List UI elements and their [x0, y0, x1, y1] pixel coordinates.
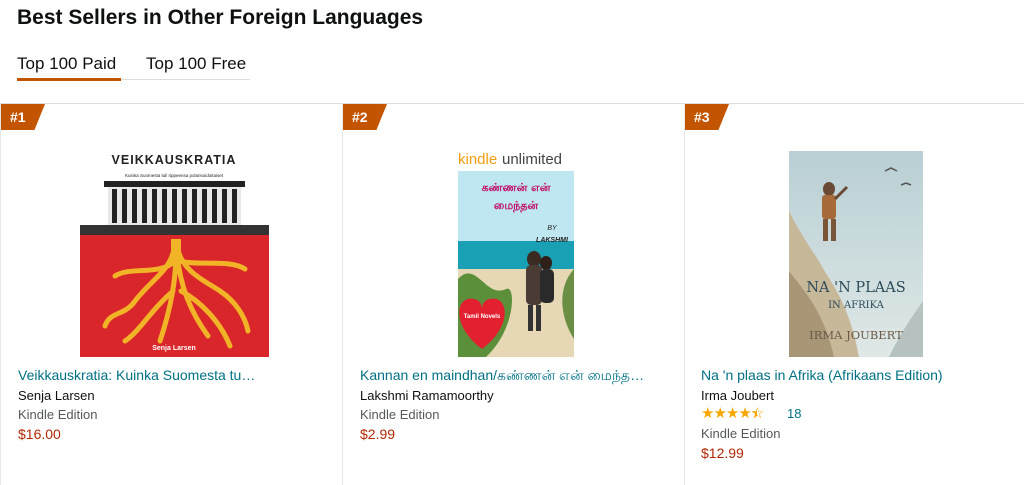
product-card-3: #3 NA 'N PLAAS IN AFRIKA IRMA JOUBERT Na… [684, 104, 1024, 485]
cover-heart-label: Tamil Novels [464, 314, 501, 320]
rank-badge: #1 [1, 104, 45, 130]
cover-title-line2: மைந்தன் [494, 199, 538, 213]
cover-title-line1: NA 'N PLAAS [806, 280, 905, 296]
cover-author: IRMA JOUBERT [809, 328, 903, 342]
rank-badge: #2 [343, 104, 387, 130]
tab-top-100-free[interactable]: Top 100 Free [146, 54, 246, 74]
product-format: Kindle Edition [360, 407, 440, 422]
product-card-2: #2 kindle unlimited கண்ணன் என் மைந்தன் B… [342, 104, 684, 485]
book-cover-na-n-plaas-in-afrika[interactable]: NA 'N PLAAS IN AFRIKA IRMA JOUBERT [789, 151, 923, 357]
review-count-link[interactable]: 18 [787, 406, 801, 421]
product-price: $16.00 [18, 426, 61, 442]
product-card-1: #1 VEIKKAUSKRATIA Kuinka Suomesta tuli r… [0, 104, 342, 485]
rank-badge: #3 [685, 104, 729, 130]
kindle-unlimited-kindle: kindle [458, 151, 497, 168]
product-author: Senja Larsen [18, 388, 95, 403]
product-price: $12.99 [701, 445, 744, 461]
product-format: Kindle Edition [18, 407, 98, 422]
product-price: $2.99 [360, 426, 396, 442]
product-title-link[interactable]: Kannan en maindhan/கண்ணன் என் மைந்தன்… [360, 367, 650, 386]
product-title-link[interactable]: Na 'n plaas in Afrika (Afrikaans Edition… [701, 367, 1001, 383]
cover-title-line1: கண்ணன் என் [482, 181, 551, 194]
product-format: Kindle Edition [701, 426, 781, 441]
product-author: Lakshmi Ramamoorthy [360, 388, 494, 403]
page-title: Best Sellers in Other Foreign Languages [17, 6, 424, 29]
kindle-unlimited-unlimited: unlimited [502, 151, 562, 168]
product-author: Irma Joubert [701, 388, 774, 403]
cover-title-line2: IN AFRIKA [828, 300, 885, 311]
bestseller-tabs: Top 100 Paid Top 100 Free [17, 54, 250, 81]
cover-author: Senja Larsen [152, 345, 196, 352]
product-title-link[interactable]: Veikkauskratia: Kuinka Suomesta tuli… [18, 367, 258, 383]
book-cover-veikkauskratia[interactable]: VEIKKAUSKRATIA Kuinka Suomesta tuli ripp… [80, 141, 269, 357]
book-cover-kannan-en-maindhan[interactable]: kindle unlimited கண்ணன் என் மைந்தன் BY L… [456, 149, 576, 357]
bestseller-grid: #1 VEIKKAUSKRATIA Kuinka Suomesta tuli r… [0, 103, 1024, 485]
cover-author: LAKSHMI [536, 237, 569, 244]
cover-heading: VEIKKAUSKRATIA [112, 153, 237, 167]
tab-divider [121, 79, 250, 80]
cover-subtitle: Kuinka Suomesta tuli rippeensa polarisoi… [125, 173, 224, 178]
active-tab-indicator [17, 78, 121, 81]
tab-top-100-paid[interactable]: Top 100 Paid [17, 54, 116, 74]
cover-by: BY [547, 225, 558, 232]
star-rating-icon[interactable]: ★★★★☆★ [701, 404, 764, 422]
